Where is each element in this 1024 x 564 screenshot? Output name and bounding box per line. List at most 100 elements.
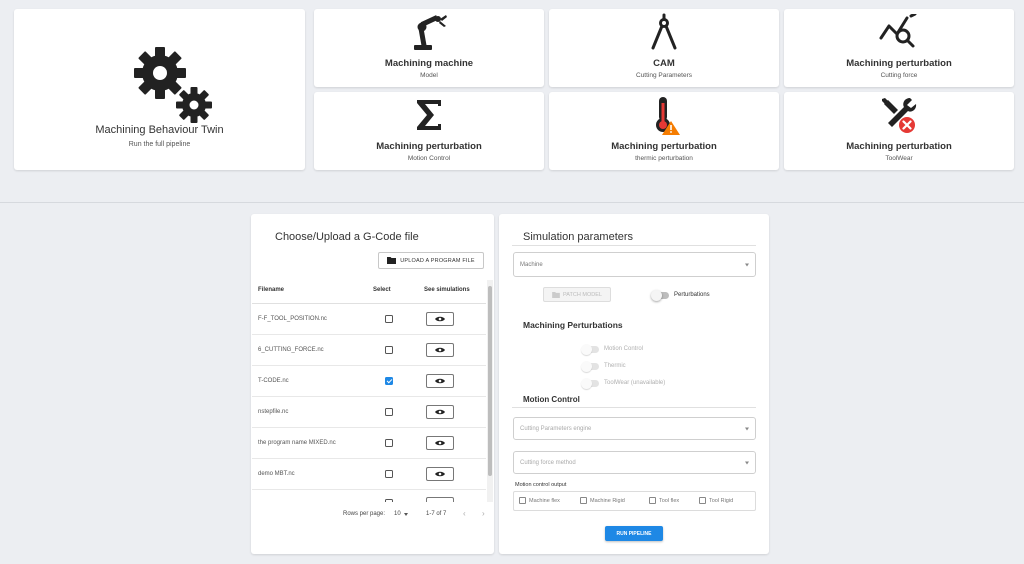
tile-cutting-force[interactable]: Machining perturbation Cutting force <box>784 9 1014 87</box>
select-checkbox[interactable] <box>385 315 393 323</box>
eye-icon <box>435 378 445 384</box>
partial-row <box>252 490 486 502</box>
tile-subtitle: ToolWear <box>885 155 913 162</box>
tile-subtitle: Cutting Parameters <box>636 72 692 79</box>
tile-subtitle: Cutting force <box>880 72 918 79</box>
caret-down-icon <box>745 263 749 266</box>
gcode-panel-title: Choose/Upload a G-Code file <box>275 231 419 243</box>
title-underline <box>512 245 756 246</box>
col-filename: Filename <box>258 287 285 293</box>
tools-cross-icon <box>879 95 919 135</box>
filename-cell: F-F_TOOL_POSITION.nc <box>258 316 327 322</box>
chart-search-icon <box>879 12 919 52</box>
sigma-icon <box>409 95 449 135</box>
caret-down-icon <box>403 512 408 516</box>
folder-icon <box>387 257 397 264</box>
robot-arm-icon <box>409 12 449 52</box>
tile-cam[interactable]: CAM Cutting Parameters <box>549 9 779 87</box>
output-label: Tool flex <box>659 497 680 504</box>
output-tool-flex[interactable]: Tool flex <box>649 497 679 504</box>
output-label: Machine Rigid <box>590 497 625 504</box>
thermic-toggle[interactable] <box>581 361 599 372</box>
tile-toolwear[interactable]: Machining perturbation ToolWear <box>784 92 1014 170</box>
tile-machining-behaviour-twin[interactable]: Machining Behaviour Twin Run the full pi… <box>14 9 305 170</box>
tile-machining-machine[interactable]: Machining machine Model <box>314 9 544 87</box>
output-tool-rigid[interactable]: Tool Rigid <box>699 497 733 504</box>
select-checkbox[interactable] <box>385 377 393 385</box>
section-divider <box>0 202 1024 203</box>
rows-per-page-select[interactable]: 10 <box>394 511 408 517</box>
filename-cell: 6_CUTTING_FORCE.nc <box>258 347 324 353</box>
filename-cell: the program name MIXED.nc <box>258 440 336 446</box>
tile-title: Machining perturbation <box>846 58 952 69</box>
select-checkbox[interactable] <box>385 439 393 447</box>
table-row: demo MBT.nc <box>252 459 486 490</box>
tile-subtitle: Run the full pipeline <box>128 141 191 148</box>
prev-page-icon[interactable]: ‹ <box>463 509 466 518</box>
tile-title: Machining machine <box>384 58 474 69</box>
tile-motion-control[interactable]: Machining perturbation Motion Control <box>314 92 544 170</box>
col-select: Select <box>373 287 391 293</box>
cutting-force-placeholder: Cutting force method <box>520 459 576 466</box>
tile-title: Machining perturbation <box>376 141 482 152</box>
eye-icon <box>435 316 445 322</box>
upload-label: UPLOAD A PROGRAM FILE <box>400 257 475 264</box>
view-simulation-button[interactable] <box>426 467 454 481</box>
eye-icon <box>435 471 445 477</box>
cutting-engine-placeholder: Cutting Parameters engine <box>520 425 592 432</box>
patch-model-button[interactable]: PATCH MODEL <box>543 287 611 302</box>
machine-select[interactable]: Machine <box>513 252 756 277</box>
select-checkbox[interactable] <box>385 470 393 478</box>
view-simulation-button[interactable] <box>426 343 454 357</box>
perturbations-toggle[interactable] <box>651 290 669 301</box>
view-simulation-button[interactable] <box>426 405 454 419</box>
caret-down-icon <box>745 427 749 430</box>
output-machine-rigid[interactable]: Machine Rigid <box>580 497 625 504</box>
gears-icon <box>132 47 216 125</box>
motion-control-toggle[interactable] <box>581 344 599 355</box>
tile-title: CAM <box>653 58 675 69</box>
col-see-simulations: See simulations <box>424 287 470 293</box>
output-label: Machine flex <box>529 497 560 504</box>
toolwear-toggle[interactable] <box>581 378 599 389</box>
output-label: Tool Rigid <box>709 497 734 504</box>
table-row: the program name MIXED.nc <box>252 428 486 459</box>
cutting-parameters-engine-select[interactable]: Cutting Parameters engine <box>513 417 756 440</box>
output-machine-flex[interactable]: Machine flex <box>519 497 560 504</box>
eye-icon <box>435 440 445 446</box>
compass-icon <box>644 12 684 52</box>
rows-per-page-label: Rows per page: <box>343 511 386 517</box>
simulation-panel-title: Simulation parameters <box>523 231 634 243</box>
tile-title: Machining perturbation <box>846 141 952 152</box>
machining-perturbations-title: Machining Perturbations <box>523 320 623 330</box>
cutting-force-method-select[interactable]: Cutting force method <box>513 451 756 474</box>
motion-control-option: Motion Control <box>604 346 644 352</box>
perturbations-label: Perturbations <box>674 292 710 298</box>
toolwear-option: ToolWear (unavailable) <box>604 380 666 386</box>
eye-icon <box>435 409 445 415</box>
select-checkbox[interactable] <box>385 408 393 416</box>
table-row: T-CODE.nc <box>252 366 486 397</box>
motion-control-divider <box>512 407 756 408</box>
filename-cell: nstepfile.nc <box>258 409 289 415</box>
view-simulation-button[interactable] <box>426 374 454 388</box>
run-pipeline-button[interactable]: RUN PIPELINE <box>605 526 663 541</box>
page-range: 1-7 of 7 <box>426 511 447 517</box>
tile-thermic[interactable]: Machining perturbation thermic perturbat… <box>549 92 779 170</box>
tile-subtitle: Model <box>420 72 438 79</box>
view-simulation-button[interactable] <box>426 312 454 326</box>
motion-control-title: Motion Control <box>523 395 580 404</box>
tile-title: Machining perturbation <box>611 141 717 152</box>
eye-icon <box>435 347 445 353</box>
filename-cell: demo MBT.nc <box>258 471 295 477</box>
select-checkbox[interactable] <box>385 346 393 354</box>
tile-subtitle: Motion Control <box>407 155 451 162</box>
upload-program-button[interactable]: UPLOAD A PROGRAM FILE <box>378 252 484 269</box>
view-simulation-button[interactable] <box>426 436 454 450</box>
machine-select-value: Machine <box>520 261 543 268</box>
caret-down-icon <box>745 461 749 464</box>
thermic-option: Thermic <box>604 363 626 369</box>
next-page-icon[interactable]: › <box>482 509 485 518</box>
scrollbar-thumb[interactable] <box>488 286 492 476</box>
table-row: nstepfile.nc <box>252 397 486 428</box>
